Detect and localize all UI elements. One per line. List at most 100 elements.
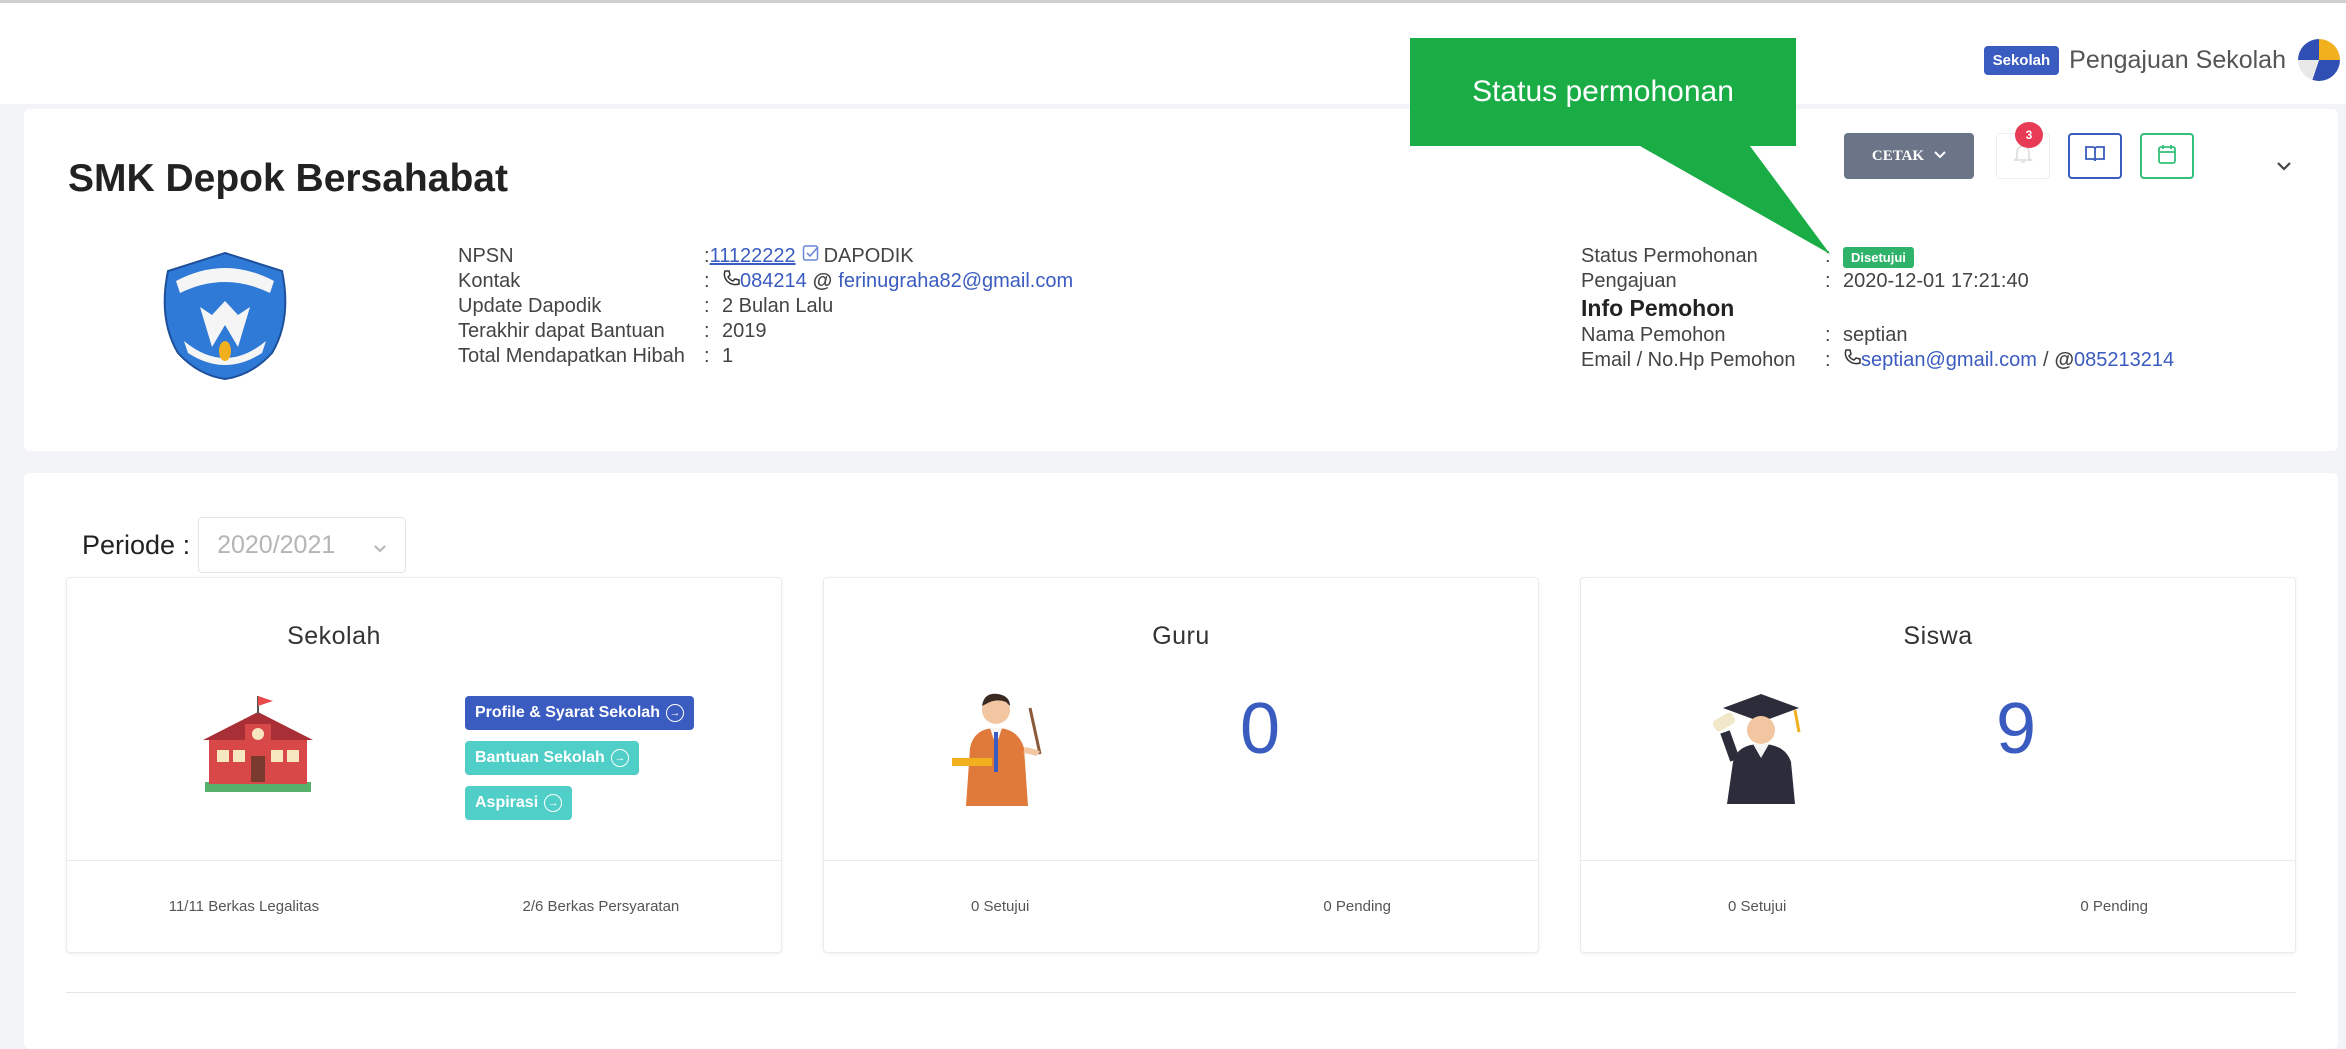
school-building-icon — [203, 696, 313, 792]
submitted-label: Pengajuan — [1581, 270, 1677, 292]
legality-files-count[interactable]: 11/11 Berkas Legalitas — [169, 898, 319, 915]
check-square-icon — [802, 244, 820, 269]
user-menu[interactable]: Sekolah Pengajuan Sekolah — [1983, 39, 2340, 81]
chevron-down-icon — [373, 531, 387, 560]
colon-separator: : — [704, 270, 710, 292]
panel-footer: 11/11 Berkas Legalitas 2/6 Berkas Persya… — [67, 860, 781, 952]
colon-separator: : — [704, 295, 710, 317]
periode-label: Periode : — [82, 529, 191, 560]
colon-separator: : — [1825, 270, 1831, 292]
last-aid-label: Terakhir dapat Bantuan — [458, 320, 665, 342]
total-grant-value: 1 — [722, 345, 734, 367]
school-aid-button[interactable]: Bantuan Sekolah → — [465, 741, 639, 775]
arrow-right-circle-icon: → — [610, 749, 629, 767]
phone-icon — [722, 269, 740, 294]
applicant-email[interactable]: septian@gmail.com — [1861, 348, 2037, 373]
top-navbar: Sekolah Pengajuan Sekolah — [0, 0, 2346, 104]
school-action-buttons: Profile & Syarat Sekolah → Bantuan Sekola… — [465, 696, 694, 831]
school-info-table: NPSN : 11122222 DAPODIK Kontak : 084214 … — [458, 244, 1073, 369]
school-profile-card: SMK Depok Bersahabat CETAK 3 NPSN: 1112… — [24, 109, 2338, 451]
profile-actions: CETAK 3 — [1844, 122, 2194, 179]
pending-count[interactable]: 0 Pending — [1323, 898, 1391, 915]
colon-separator: : — [1825, 324, 1831, 346]
pending-count[interactable]: 0 Pending — [2080, 898, 2148, 915]
graduate-student-icon — [1712, 694, 1801, 804]
panel-footer: 0 Setujui 0 Pending — [824, 860, 1538, 952]
panel-title: Siswa — [1903, 622, 1973, 650]
contact-phone[interactable]: 084214 — [740, 269, 807, 294]
contact-row: Kontak : 084214 @ ferinugraha82@gmail.co… — [458, 269, 1073, 294]
npsn-row: NPSN : 11122222 DAPODIK — [458, 244, 1073, 269]
school-name-title: SMK Depok Bersahabat — [68, 157, 508, 200]
book-open-icon — [2084, 144, 2106, 169]
section-divider — [66, 992, 2296, 993]
periode-select[interactable]: 2020/2021 — [198, 517, 407, 573]
print-button[interactable]: CETAK — [1844, 133, 1974, 179]
panel-siswa: Siswa 9 0 Setujui 0 Pending — [1580, 577, 2296, 953]
user-avatar[interactable] — [2298, 39, 2340, 81]
teacher-icon — [952, 693, 1042, 806]
update-value: 2 Bulan Lalu — [722, 295, 834, 317]
teacher-count: 0 — [1240, 689, 1281, 769]
total-grant-label: Total Mendapatkan Hibah — [458, 345, 685, 367]
total-grant-row: Total Mendapatkan Hibah : 1 — [458, 344, 1073, 369]
applicant-name-label: Nama Pemohon — [1581, 324, 1726, 346]
colon-separator: : — [704, 320, 710, 342]
contact-label: Kontak — [458, 270, 521, 292]
applicant-name-value: septian — [1843, 324, 1908, 346]
notification-button[interactable]: 3 — [1996, 122, 2050, 179]
panel-guru: Guru 0 0 Setujui 0 Pending — [823, 577, 1539, 953]
button-label: Bantuan Sekolah — [475, 749, 605, 766]
applicant-contact-label: Email / No.Hp Pemohon — [1581, 349, 1796, 371]
profile-requirements-button[interactable]: Profile & Syarat Sekolah → — [465, 696, 694, 730]
tut-wuri-handayani-logo — [163, 251, 287, 381]
applicant-heading: Info Pemohon — [1581, 295, 1735, 321]
notification-count-badge: 3 — [2015, 122, 2043, 148]
approved-count[interactable]: 0 Setujui — [971, 898, 1029, 915]
submitted-row: Pengajuan : 2020-12-01 17:21:40 — [1581, 269, 2174, 294]
last-aid-value: 2019 — [722, 320, 767, 342]
status-callout: Status permohonan — [1410, 38, 1796, 146]
submitted-value: 2020-12-01 17:21:40 — [1843, 270, 2029, 292]
button-label: Profile & Syarat Sekolah — [475, 704, 660, 721]
npsn-source: DAPODIK — [823, 245, 914, 267]
at-icon: @ — [812, 270, 833, 292]
periode-value: 2020/2021 — [217, 530, 336, 559]
arrow-right-circle-icon: → — [544, 794, 563, 812]
role-badge: Sekolah — [1983, 45, 2060, 75]
applicant-phone[interactable]: 085213214 — [2074, 348, 2174, 373]
contact-email[interactable]: ferinugraha82@gmail.com — [838, 269, 1073, 294]
collapse-chevron-icon[interactable] — [2276, 151, 2292, 177]
guide-book-button[interactable] — [2068, 133, 2122, 179]
status-badge: Disetujui — [1843, 247, 1914, 268]
applicant-contact-row: Email / No.Hp Pemohon : septian@gmail.co… — [1581, 348, 2174, 373]
slash-separator: / — [2042, 349, 2049, 371]
at-icon: @ — [2054, 349, 2075, 371]
student-count: 9 — [1996, 689, 2037, 769]
calendar-button[interactable] — [2140, 133, 2194, 179]
print-button-label: CETAK — [1871, 147, 1925, 164]
application-info-table: Status Permohonan : Disetujui Pengajuan … — [1581, 244, 2174, 373]
npsn-label: NPSN — [458, 245, 514, 267]
periode-filter: Periode : 2020/2021 — [82, 517, 407, 573]
panel-sekolah: Sekolah Profile & Syarat Sekolah → Bantua… — [66, 577, 782, 953]
update-label: Update Dapodik — [458, 295, 602, 317]
approved-count[interactable]: 0 Setujui — [1728, 898, 1786, 915]
user-name[interactable]: Pengajuan Sekolah — [2069, 46, 2286, 75]
update-row: Update Dapodik : 2 Bulan Lalu — [458, 294, 1073, 319]
calendar-icon — [2157, 143, 2177, 170]
colon-separator: : — [704, 345, 710, 367]
applicant-name-row: Nama Pemohon : septian — [1581, 323, 2174, 348]
requirement-files-count[interactable]: 2/6 Berkas Persyaratan — [523, 898, 680, 915]
last-aid-row: Terakhir dapat Bantuan : 2019 — [458, 319, 1073, 344]
chevron-down-icon — [1934, 148, 1946, 164]
phone-icon — [1843, 348, 1861, 373]
button-label: Aspirasi — [475, 794, 539, 811]
callout-pointer-arrow — [1640, 146, 1830, 254]
colon-separator: : — [1825, 349, 1831, 371]
npsn-value[interactable]: 11122222 — [710, 244, 796, 269]
aspiration-button[interactable]: Aspirasi → — [465, 786, 573, 820]
arrow-right-circle-icon: → — [665, 704, 684, 722]
panel-title: Guru — [1152, 622, 1210, 650]
panel-title: Sekolah — [287, 622, 381, 650]
